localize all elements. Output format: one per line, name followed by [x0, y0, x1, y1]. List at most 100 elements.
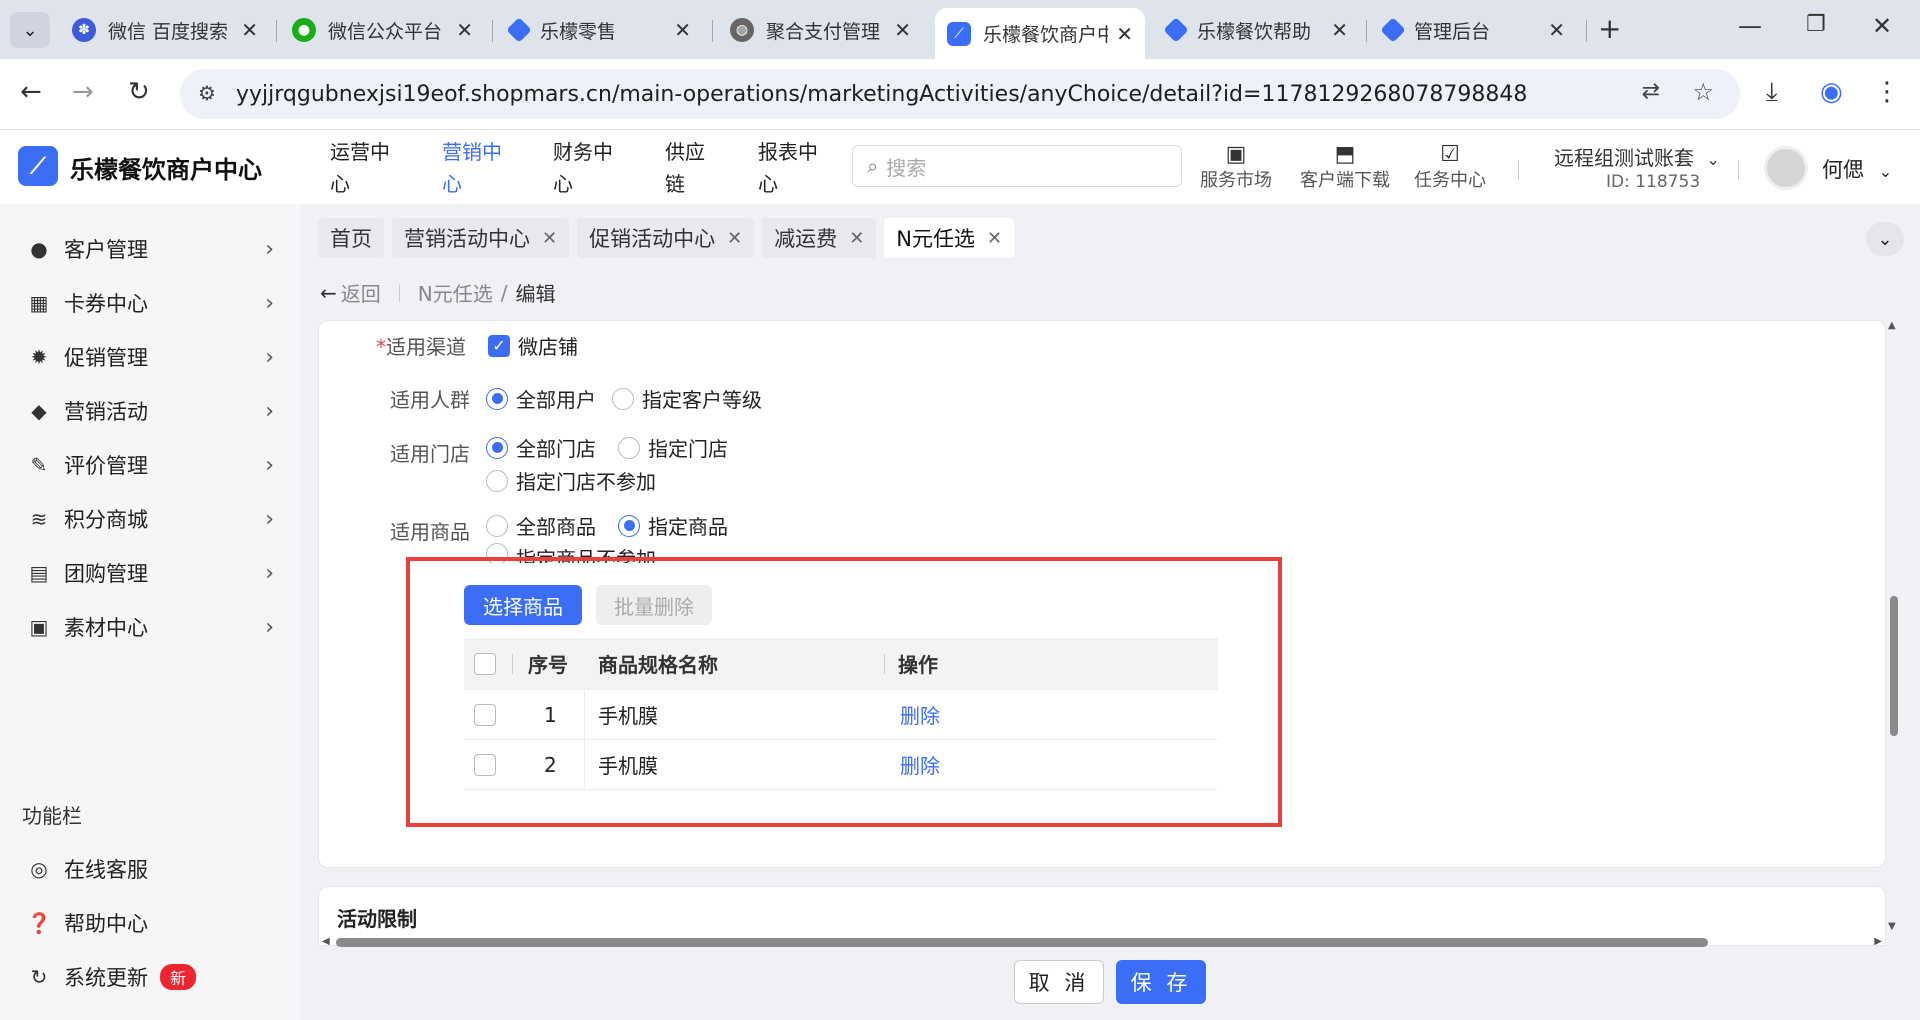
back-link[interactable]: 返回	[341, 278, 381, 307]
profile-icon[interactable]: ◉	[1820, 77, 1843, 107]
sidebar-tool-update[interactable]: ↻ 系统更新新	[0, 950, 300, 1004]
store-option-all[interactable]: 全部门店	[486, 433, 596, 462]
new-badge: 新	[160, 964, 197, 990]
channel-option-weidian[interactable]: ✓ 微店铺	[488, 331, 578, 360]
audience-option-level[interactable]: 指定客户等级	[612, 384, 762, 413]
nav-finance[interactable]: 财务中心	[553, 136, 623, 200]
browser-tab-1[interactable]: ✽ 微信 百度搜索 ✕	[60, 8, 270, 52]
sidebar-item-group-buy[interactable]: ▤ 团购管理 ›	[0, 546, 300, 600]
column-divider	[584, 690, 585, 739]
download-icon[interactable]: ⤓	[1766, 77, 1778, 108]
tab-close-icon[interactable]: ✕	[1331, 18, 1348, 42]
forward-arrow-icon[interactable]: →	[72, 77, 94, 107]
tab-close-icon[interactable]: ✕	[894, 18, 911, 42]
batch-delete-button[interactable]: 批量删除	[596, 585, 712, 625]
sidebar-item-marketing[interactable]: ◆ 营销活动 ›	[0, 384, 300, 438]
save-button[interactable]: 保 存	[1116, 960, 1206, 1004]
horizontal-scrollbar[interactable]: ◀ ▶	[318, 932, 1886, 952]
sidebar-item-promotions[interactable]: ✹ 促销管理 ›	[0, 330, 300, 384]
scroll-thumb[interactable]	[1890, 596, 1898, 736]
page-tab-promo-center[interactable]: 促销活动中心 ✕	[577, 218, 755, 258]
browser-tab-active[interactable]: ⟋ 乐檬餐饮商户中心 ✕	[935, 8, 1145, 59]
page-tab-marketing-center[interactable]: 营销活动中心 ✕	[392, 218, 570, 258]
tab-close-icon[interactable]: ✕	[1548, 18, 1565, 42]
sidebar-item-points-mall[interactable]: ≋ 积分商城 ›	[0, 492, 300, 546]
browser-menu-icon[interactable]: ⋮	[1874, 77, 1900, 107]
browser-tab-4[interactable]: ◍ 聚合支付管理 ✕	[718, 8, 923, 52]
bookmark-star-icon[interactable]: ☆	[1692, 78, 1714, 106]
translate-icon[interactable]: ⇄	[1642, 79, 1660, 104]
browser-tab-6[interactable]: 乐檬餐饮帮助 ✕	[1155, 8, 1360, 52]
row-name: 手机膜	[598, 704, 658, 728]
tabs-dropdown-icon[interactable]: ⌄	[1866, 222, 1904, 256]
sidebar-item-materials[interactable]: ▣ 素材中心 ›	[0, 600, 300, 654]
cancel-button[interactable]: 取 消	[1014, 960, 1104, 1004]
browser-tab-3[interactable]: 乐檬零售 ✕	[498, 8, 703, 52]
nav-marketing[interactable]: 营销中心	[442, 136, 512, 200]
page-tab-home[interactable]: 首页	[318, 218, 384, 258]
tab-close-icon[interactable]: ✕	[1116, 22, 1133, 46]
goods-option-specified[interactable]: 指定商品	[618, 511, 728, 540]
header-divider	[1518, 160, 1519, 180]
row-delete-link[interactable]: 删除	[900, 740, 940, 789]
sidebar-item-customers[interactable]: ● 客户管理 ›	[0, 222, 300, 276]
window-close-icon[interactable]: ✕	[1872, 12, 1892, 40]
close-icon[interactable]: ✕	[849, 228, 864, 249]
review-icon: ✎	[30, 453, 48, 477]
scroll-right-icon[interactable]: ▶	[1874, 936, 1882, 947]
store-option-excluded[interactable]: 指定门店不参加	[486, 466, 656, 495]
task-center-button[interactable]: ☑ 任务中心	[1410, 142, 1490, 192]
tab-close-icon[interactable]: ✕	[456, 18, 473, 42]
tab-close-icon[interactable]: ✕	[241, 18, 258, 42]
row-checkbox[interactable]	[474, 690, 496, 739]
diamond-icon	[1380, 17, 1406, 43]
scroll-left-icon[interactable]: ◀	[322, 936, 330, 947]
nav-reports[interactable]: 报表中心	[758, 136, 828, 200]
avatar[interactable]	[1764, 146, 1808, 190]
breadcrumb-parent[interactable]: N元任选	[418, 278, 493, 307]
radio-unselected	[486, 514, 508, 537]
scroll-thumb[interactable]	[336, 938, 1708, 947]
url-field[interactable]: ⚙ yyjjrqgubnexjsi19eof.shopmars.cn/main-…	[180, 69, 1740, 119]
audience-option-all[interactable]: 全部用户	[486, 384, 596, 413]
select-all-checkbox[interactable]	[474, 638, 496, 689]
chevron-right-icon: ›	[265, 236, 274, 262]
close-icon[interactable]: ✕	[987, 228, 1002, 249]
store-label: 适用门店	[390, 442, 470, 466]
browser-tab-7[interactable]: 管理后台 ✕	[1372, 8, 1577, 52]
account-selector[interactable]: 远程组测试账套 ⌄	[1554, 142, 1720, 171]
scroll-up-icon[interactable]: ▲	[1888, 320, 1896, 331]
sidebar-tool-help[interactable]: ❓ 帮助中心	[0, 896, 300, 950]
store-option-specified[interactable]: 指定门店	[618, 433, 728, 462]
browser-tab-2[interactable]: ● 微信公众平台 ✕	[280, 8, 485, 52]
header-search-input[interactable]: ⌕ 搜索	[852, 145, 1182, 187]
page-tab-n-choice[interactable]: N元任选 ✕	[884, 218, 1015, 258]
service-market-button[interactable]: ▣ 服务市场	[1196, 142, 1276, 192]
close-icon[interactable]: ✕	[727, 228, 742, 249]
scroll-down-icon[interactable]: ▼	[1888, 921, 1896, 932]
sidebar-tool-online-service[interactable]: ◎ 在线客服	[0, 842, 300, 896]
row-delete-link[interactable]: 删除	[900, 690, 940, 739]
tab-close-icon[interactable]: ✕	[674, 18, 691, 42]
select-goods-button[interactable]: 选择商品	[464, 585, 582, 625]
vertical-scrollbar[interactable]: ▲ ▼	[1888, 320, 1902, 932]
client-download-button[interactable]: ⬒ 客户端下载	[1295, 142, 1395, 192]
site-info-icon[interactable]: ⚙	[198, 81, 216, 105]
minimize-icon[interactable]: —	[1738, 12, 1762, 40]
close-icon[interactable]: ✕	[542, 228, 557, 249]
user-menu[interactable]: 何偲 ⌄	[1822, 154, 1892, 184]
sidebar-item-coupons[interactable]: ▦ 卡券中心 ›	[0, 276, 300, 330]
back-arrow-icon[interactable]: ←	[20, 77, 42, 107]
reload-icon[interactable]: ↻	[128, 77, 150, 107]
restore-icon[interactable]: ❐	[1806, 12, 1826, 37]
row-checkbox[interactable]	[474, 740, 496, 789]
nav-operations[interactable]: 运营中心	[330, 136, 400, 200]
sidebar-item-reviews[interactable]: ✎ 评价管理 ›	[0, 438, 300, 492]
checkbox-icon	[474, 652, 496, 675]
nav-supply-chain[interactable]: 供应链	[665, 136, 715, 200]
new-tab-plus-icon[interactable]: +	[1598, 12, 1621, 45]
goods-option-all[interactable]: 全部商品	[486, 511, 596, 540]
breadcrumb: ← 返回 N元任选 / 编辑	[320, 278, 555, 307]
tab-search-dropdown-icon[interactable]: ⌄	[10, 12, 50, 48]
page-tab-shipping[interactable]: 减运费 ✕	[762, 218, 877, 258]
